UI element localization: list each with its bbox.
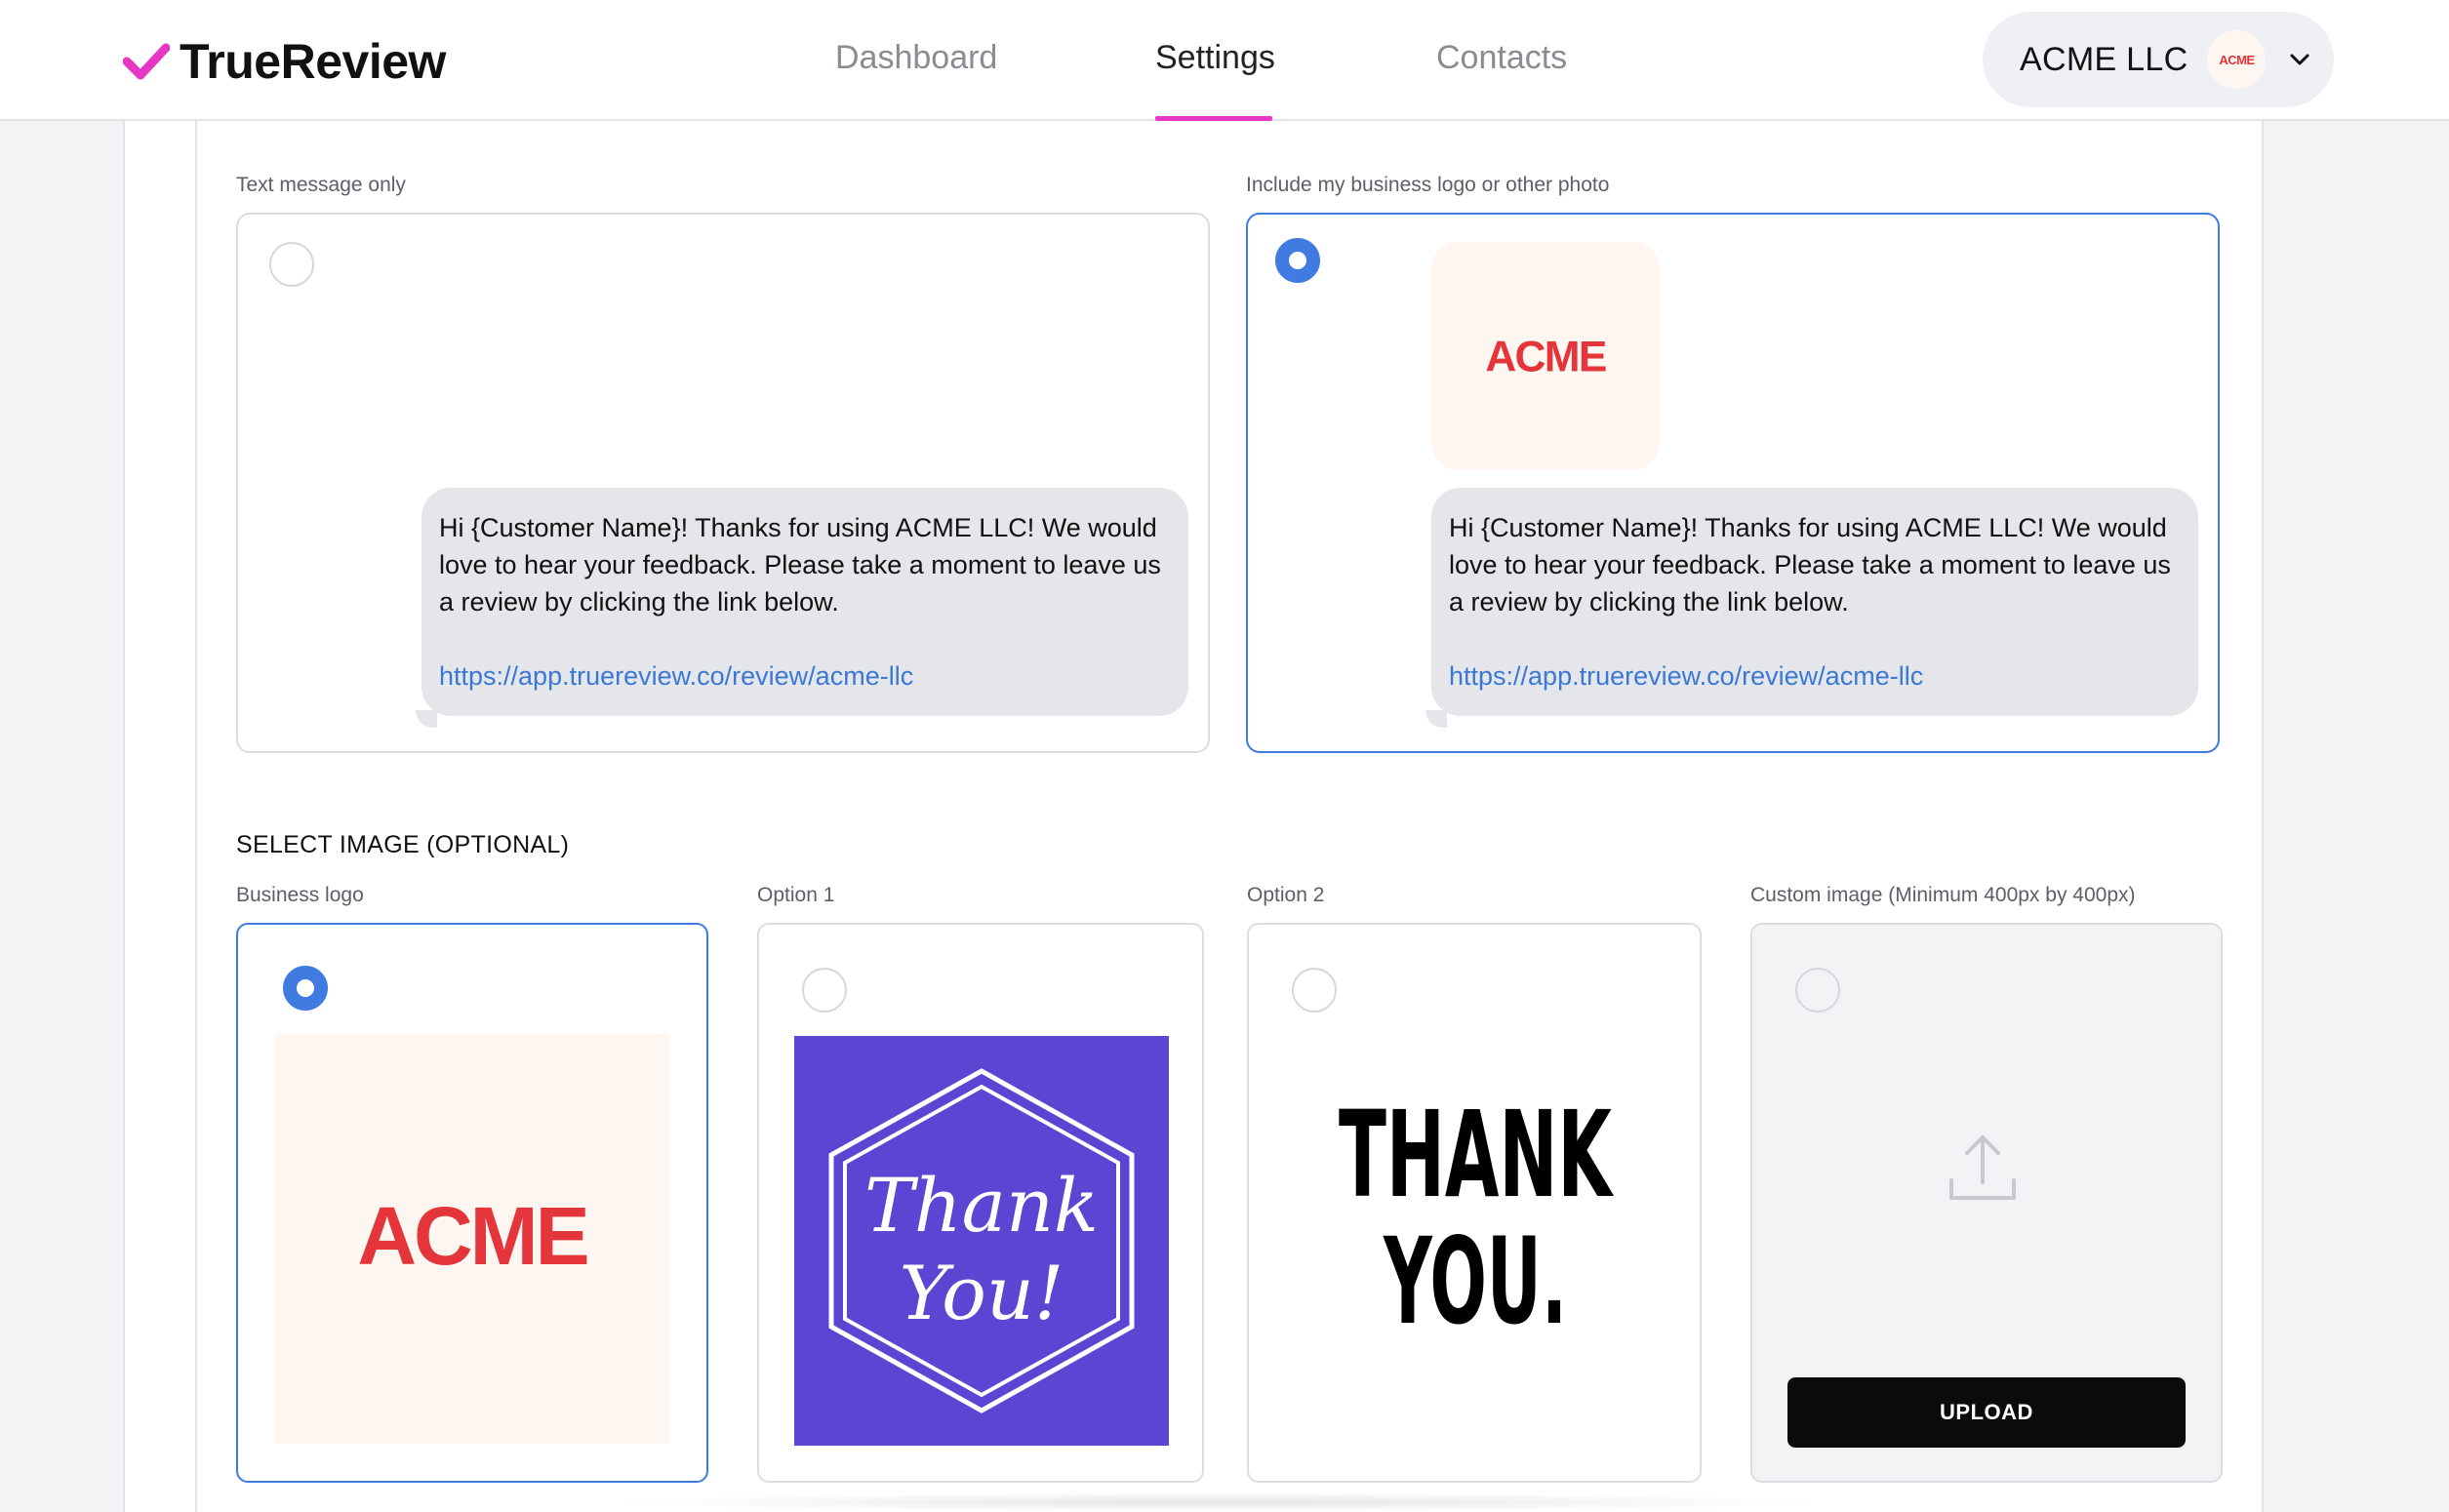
message-option-text-only[interactable]: Hi {Customer Name}! Thanks for using ACM… bbox=[236, 213, 1210, 753]
bubble-tail bbox=[416, 710, 437, 728]
thank-you-hexagon: Thank You! bbox=[828, 1068, 1135, 1413]
review-link[interactable]: https://app.truereview.co/review/acme-ll… bbox=[1449, 657, 2175, 695]
image-option-label-2: Option 2 bbox=[1247, 884, 1325, 906]
message-preview-text: Hi {Customer Name}! Thanks for using ACM… bbox=[439, 513, 1161, 617]
tab-settings[interactable]: Settings bbox=[1155, 39, 1275, 77]
brand-name: TrueReview bbox=[180, 34, 446, 89]
radio-custom-image[interactable] bbox=[1795, 968, 1840, 1013]
svg-text:THANK: THANK bbox=[1339, 1086, 1615, 1224]
svg-text:Thank: Thank bbox=[864, 1162, 1099, 1249]
option-label-text-only: Text message only bbox=[236, 174, 406, 196]
tab-dashboard[interactable]: Dashboard bbox=[835, 39, 997, 77]
option-label-with-logo: Include my business logo or other photo bbox=[1246, 174, 1610, 196]
radio-business-logo[interactable] bbox=[283, 966, 328, 1011]
business-logo-image: ACME bbox=[275, 1034, 669, 1444]
tab-contacts[interactable]: Contacts bbox=[1436, 39, 1567, 77]
svg-text:ACME: ACME bbox=[357, 1200, 586, 1278]
message-preview-bubble: Hi {Customer Name}! Thanks for using ACM… bbox=[1431, 488, 2198, 716]
thank-you-purple-image: Thank You! bbox=[794, 1036, 1169, 1446]
image-option-business-logo[interactable]: ACME bbox=[236, 923, 708, 1483]
message-option-with-logo[interactable]: ACME Hi {Customer Name}! Thanks for usin… bbox=[1246, 213, 2220, 753]
message-preview-bubble: Hi {Customer Name}! Thanks for using ACM… bbox=[422, 488, 1188, 716]
radio-option-2[interactable] bbox=[1292, 968, 1337, 1013]
radio-text-only[interactable] bbox=[269, 242, 314, 287]
svg-text:You!: You! bbox=[900, 1250, 1064, 1336]
image-option-2[interactable]: THANK YOU. bbox=[1247, 923, 1702, 1483]
logo-preview-image: ACME bbox=[1431, 242, 1660, 470]
message-preview-text: Hi {Customer Name}! Thanks for using ACM… bbox=[1449, 513, 2171, 617]
image-option-custom[interactable]: UPLOAD bbox=[1750, 923, 2223, 1483]
image-option-label-1: Option 1 bbox=[757, 884, 835, 906]
svg-text:ACME: ACME bbox=[1485, 333, 1606, 380]
image-option-label-logo: Business logo bbox=[236, 884, 364, 906]
bottom-shadow bbox=[605, 1492, 1834, 1512]
chevron-down-icon[interactable] bbox=[2287, 47, 2312, 72]
radio-option-1[interactable] bbox=[802, 968, 847, 1013]
brand-logo[interactable]: TrueReview bbox=[123, 33, 446, 90]
radio-with-logo[interactable] bbox=[1275, 238, 1320, 283]
section-title-select-image: SELECT IMAGE (OPTIONAL) bbox=[236, 831, 570, 858]
bubble-tail bbox=[1425, 710, 1447, 728]
upload-icon[interactable] bbox=[1947, 1134, 2018, 1204]
checkmark-icon bbox=[123, 43, 170, 80]
acme-logo: ACME bbox=[1485, 333, 1607, 380]
image-option-1[interactable]: Thank You! bbox=[757, 923, 1204, 1483]
image-option-label-custom: Custom image (Minimum 400px by 400px) bbox=[1750, 884, 2136, 906]
account-switcher[interactable]: ACME LLC ACME bbox=[1983, 12, 2334, 107]
upload-button[interactable]: UPLOAD bbox=[1787, 1377, 2186, 1448]
thank-you-bold-text: THANK YOU. bbox=[1339, 1086, 1615, 1351]
top-navbar: TrueReview Dashboard Settings Contacts A… bbox=[0, 0, 2449, 121]
account-name: ACME LLC bbox=[2020, 40, 2188, 78]
svg-text:YOU.: YOU. bbox=[1383, 1213, 1567, 1351]
review-link[interactable]: https://app.truereview.co/review/acme-ll… bbox=[439, 657, 1165, 695]
acme-logo: ACME bbox=[357, 1200, 589, 1278]
account-avatar: ACME bbox=[2207, 30, 2267, 89]
thank-you-text-image: THANK YOU. bbox=[1268, 1071, 1682, 1364]
